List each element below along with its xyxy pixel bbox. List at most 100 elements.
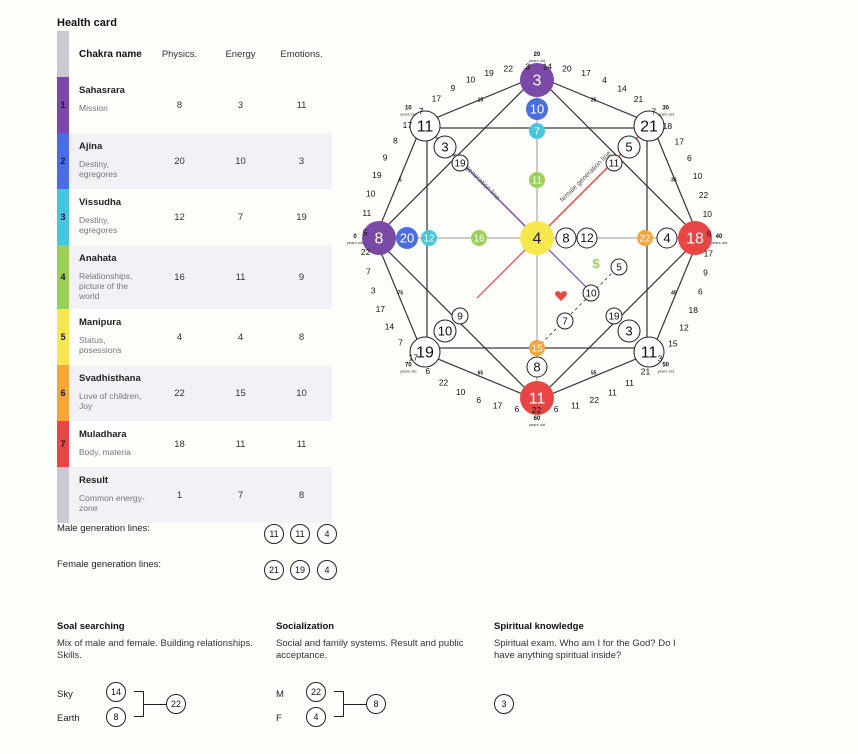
ring-number: 18 xyxy=(663,121,673,131)
emotions-value: 3 xyxy=(298,155,305,167)
spiritual-title: Spiritual knowledge xyxy=(494,621,584,632)
female-generation-label: Female generation lines: xyxy=(57,559,162,570)
ring-number: 3 xyxy=(658,353,663,363)
female-value: 4 xyxy=(306,707,326,727)
physics-value: 16 xyxy=(174,271,185,283)
soul-bracket xyxy=(134,691,144,717)
chakra-name-cell: Muladhara Body, materia xyxy=(69,421,149,467)
ring-number: 7 xyxy=(366,267,371,277)
chakra-name: Ajina xyxy=(79,141,103,152)
soul-searching-title: Soal searching xyxy=(57,621,125,632)
emotions-value: 8 xyxy=(298,489,305,501)
ring-number: 9 xyxy=(451,83,456,93)
chakra-desc: Common energy-zone xyxy=(79,493,145,513)
physics-value: 4 xyxy=(176,331,183,343)
energy-value: 15 xyxy=(235,387,246,399)
ring-number: 21 xyxy=(641,366,651,376)
ring-number: 11 xyxy=(608,388,617,398)
ring-number: 22 xyxy=(361,247,371,257)
mid-age-marker: 65 xyxy=(478,371,484,377)
physics-value: 22 xyxy=(174,387,185,399)
energy-value: 11 xyxy=(235,438,246,450)
node-bl-3-label: 9 xyxy=(457,312,463,323)
header-physics: Physics. xyxy=(161,48,198,60)
node-center-label: 4 xyxy=(533,231,542,248)
emotions-value: 11 xyxy=(296,99,307,111)
chakra-name-cell: Manipura Status, posessions xyxy=(69,309,149,365)
ring-number: 22 xyxy=(532,405,542,415)
mid-age-marker: 75 xyxy=(397,291,403,297)
energy-value: 3 xyxy=(237,99,244,111)
social-bracket xyxy=(334,691,344,717)
ring-number: 22 xyxy=(699,190,709,200)
node-love-2-label: 7 xyxy=(562,317,568,328)
header-energy: Energy xyxy=(225,48,256,60)
node-top-anahata-label: 11 xyxy=(532,176,543,187)
male-gen-3: 4 xyxy=(317,524,337,544)
age-unit: years old xyxy=(400,111,416,116)
chakra-color-bar: 5 xyxy=(57,309,69,365)
mid-age-marker: 5 xyxy=(399,177,402,183)
ring-number: 7 xyxy=(651,107,656,117)
soul-searching-desc: Mix of male and female. Building relatio… xyxy=(57,638,253,661)
chakra-desc: Destiny, egregores xyxy=(79,215,118,235)
sky-label: Sky xyxy=(57,689,73,700)
chakra-name-cell: Result Common energy-zone xyxy=(69,467,149,523)
node-money-label: 5 xyxy=(616,263,622,274)
chakra-name: Result xyxy=(79,475,109,486)
health-card-title: Health card xyxy=(57,17,117,29)
chakra-color-bar: 1 xyxy=(57,77,69,133)
ring-number: 17 xyxy=(493,400,503,410)
social-connector xyxy=(344,704,366,705)
node-corner-bl-label: 19 xyxy=(416,345,434,362)
energy-value: 7 xyxy=(237,489,244,501)
age-unit: years old xyxy=(529,422,545,427)
female-label: F xyxy=(276,713,282,724)
ring-number: 17 xyxy=(409,352,419,362)
mid-age-marker: 25 xyxy=(591,97,597,103)
node-tl-2-label: 3 xyxy=(441,140,448,155)
ring-number: 10 xyxy=(703,209,713,219)
ring-number: 10 xyxy=(366,189,376,199)
socialization-desc: Social and family systems. Result and pu… xyxy=(276,638,464,661)
physics-value: 8 xyxy=(176,99,183,111)
physics-value: 20 xyxy=(174,155,185,167)
ring-number: 17 xyxy=(376,304,386,314)
emotions-value: 9 xyxy=(298,271,305,283)
node-tl-3-label: 19 xyxy=(454,159,466,170)
chakra-desc: Status, posessions xyxy=(79,335,122,355)
chakra-color-bar: 4 xyxy=(57,245,69,309)
ring-number: 5 xyxy=(363,228,368,238)
ring-number: 3 xyxy=(525,61,530,71)
emotions-value: 8 xyxy=(298,331,305,343)
node-bl-2-label: 10 xyxy=(438,324,452,339)
node-top-ajina-label: 10 xyxy=(530,102,544,117)
header-color-bar xyxy=(57,31,69,77)
node-left-anahata-label: 16 xyxy=(473,234,485,245)
spiritual-result: 3 xyxy=(494,694,514,714)
chakra-desc: Body, materia xyxy=(79,447,131,457)
ring-number: 15 xyxy=(668,338,678,348)
chakra-name-cell: Vissudha Destiny, egregores xyxy=(69,189,149,245)
node-left-vissudha-label: 12 xyxy=(423,234,435,245)
emotions-value: 10 xyxy=(296,387,307,399)
mid-age-marker: 45 xyxy=(671,291,677,297)
soul-result: 22 xyxy=(166,694,186,714)
chakra-color-bar: 3 xyxy=(57,189,69,245)
ring-number: 19 xyxy=(372,170,382,180)
earth-label: Earth xyxy=(57,713,80,724)
chakra-color-bar xyxy=(57,467,69,523)
emotions-value: 19 xyxy=(296,211,307,223)
node-right-2-label: 4 xyxy=(663,231,670,246)
node-right-svadhisthana-label: 22 xyxy=(639,234,651,245)
node-tr-2-label: 5 xyxy=(625,140,632,155)
ring-number: 22 xyxy=(439,377,449,387)
energy-value: 4 xyxy=(237,331,244,343)
ring-number: 17 xyxy=(581,68,591,78)
chakra-color-bar: 2 xyxy=(57,133,69,189)
chakra-color-bar: 6 xyxy=(57,365,69,421)
ring-number: 6 xyxy=(687,153,692,163)
chakra-name-cell: Sahasrara Mission xyxy=(69,77,149,133)
header-chakra-name: Chakra name xyxy=(79,48,142,60)
node-left-sahasrara-label: 8 xyxy=(375,231,384,248)
